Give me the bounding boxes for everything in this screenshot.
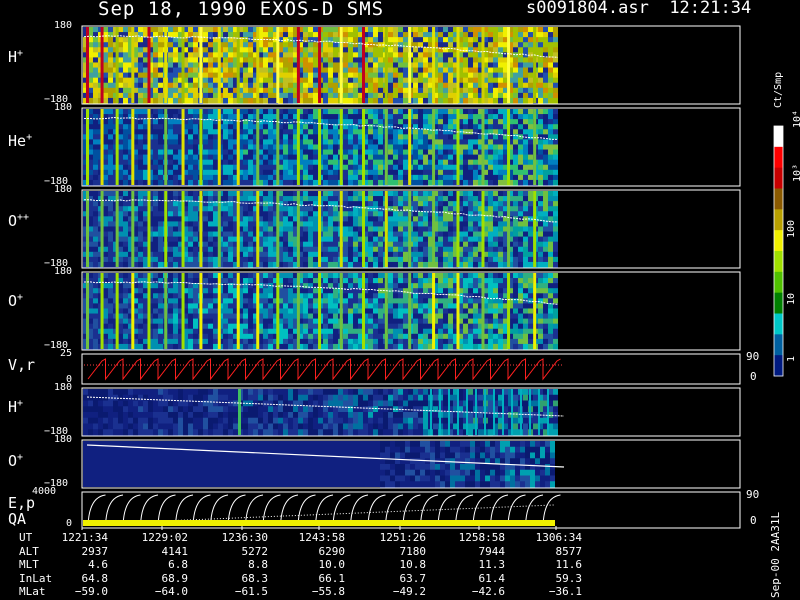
orbit-value-alt-4: 7180 [399,544,427,558]
orbit-row-label-ut: UT [19,531,33,544]
panel-label-superscript: + [17,292,24,303]
spectrogram-o-plus-low [83,441,565,488]
y-max-label-3: 180 [54,266,73,277]
panel-label-superscript: + [17,398,24,409]
orbit-row-label-alt: ALT [19,544,39,558]
spectrogram-plot-area [81,25,784,530]
orbit-value-ut-4: 1251:26 [379,531,426,544]
orbit-value-alt-6: 8577 [555,544,583,558]
orbit-row-label-inlat: InLat [19,571,53,585]
colorbar-tick-3: 10 [786,292,797,305]
orbit-value-mlt-5: 11.3 [478,558,506,571]
orbit-value-mlt-3: 10.0 [318,558,346,571]
panel-label-4: V,r [8,356,35,374]
qa-label: QA [8,510,27,528]
orbit-value-ut-0: 1221:34 [61,531,108,544]
orbit-value-mlt-4: 10.8 [399,558,427,571]
panel-label-superscript: + [17,452,24,463]
panel-label-text: O [8,212,18,230]
orbit-value-inlat-3: 66.1 [318,571,346,585]
orbit-value-ut-1: 1229:02 [141,531,188,544]
orbit-value-alt-3: 6290 [318,544,346,558]
orbit-value-alt-2: 5272 [241,544,269,558]
panel-label-superscript: + [17,48,24,59]
orbit-value-mlat-6: −36.1 [548,585,582,598]
orbit-value-inlat-5: 61.4 [478,571,506,585]
orbit-value-mlat-3: −55.8 [311,585,345,598]
y-max-label-6: 180 [54,434,73,445]
y-max-label-2: 180 [54,184,73,195]
panel-label-1: He+ [8,132,32,150]
file-id-and-time: s0091804.asr 12:21:34 [526,0,751,18]
right-axis-max-4: 90 [746,350,760,363]
colorbar-tick-0: 10⁴ [792,109,800,128]
colorbar-tick-2: 100 [786,219,797,238]
panel-label-5: H+ [8,398,23,416]
spectrogram-h-plus [83,27,559,104]
orbit-value-mlt-0: 4.6 [88,558,108,571]
panel-label-text: H [8,398,18,416]
exos-d-sms-plot: Sep 18, 1990 EXOS-D SMS s0091804.asr 12:… [0,0,800,600]
y-max-label-1: 180 [54,102,73,113]
orbit-value-mlat-4: −49.2 [392,585,426,598]
colorbar-label: Ct/Smp [773,71,784,108]
right-axis-max-7: 90 [746,488,760,501]
orbit-value-inlat-0: 64.8 [81,571,109,585]
panel-label-text: O [8,292,18,310]
file-id: s0091804.asr [526,0,649,18]
panel-label-2: O++ [8,212,29,230]
orbit-value-inlat-2: 68.3 [241,571,269,585]
y-max-label-0: 180 [54,20,73,31]
time-stamp: 12:21:34 [669,0,752,18]
panel-label-text: O [8,452,18,470]
colorbar-tick-4: 1 [786,355,797,362]
orbit-value-mlt-2: 8.8 [248,558,268,571]
orbit-value-mlt-6: 11.6 [555,558,583,571]
colorbar [773,125,784,377]
orbit-value-mlat-2: −61.5 [234,585,268,598]
right-axis-min-4: 0 [750,370,757,383]
y-max-label-7: 4000 [32,486,57,497]
orbit-value-ut-5: 1258:58 [458,531,505,544]
panel-label-superscript: ++ [17,212,30,223]
footer-stamp: Sep-00 2AA31L [769,511,782,598]
panel-label-text: He [8,132,27,150]
orbit-value-alt-1: 4141 [161,544,189,558]
panel-label-superscript: + [26,132,33,143]
panel-label-text: V,r [8,356,36,374]
orbit-value-mlt-1: 6.8 [168,558,188,571]
orbit-value-mlat-1: −64.0 [154,585,188,598]
orbit-row-label-mlt: MLT [19,558,39,571]
y-min-label-7: 0 [66,518,73,529]
plot-title: Sep 18, 1990 EXOS-D SMS [98,0,385,20]
qa-bar [83,520,555,526]
y-max-label-5: 180 [54,382,73,393]
orbit-value-ut-2: 1236:30 [221,531,268,544]
orbit-value-ut-6: 1306:34 [535,531,582,544]
orbit-value-inlat-4: 63.7 [399,571,427,585]
panel-label-text: H [8,48,18,66]
panel-label-3: O+ [8,292,23,310]
right-axis-min-7: 0 [750,514,757,527]
colorbar-tick-1: 10³ [792,163,800,182]
spectrogram-he-plus [83,109,559,186]
orbit-value-alt-5: 7944 [478,544,506,558]
orbit-value-alt-0: 2937 [81,544,109,558]
orbit-value-ut-3: 1243:58 [298,531,345,544]
spectrogram-o-plus [83,273,559,350]
orbit-value-inlat-1: 68.9 [161,571,189,585]
panel-label-6: O+ [8,452,23,470]
vr-sawtooth-trace [84,358,564,381]
panel-label-0: H+ [8,48,23,66]
orbit-value-mlat-5: −42.6 [471,585,505,598]
y-max-label-4: 25 [60,348,73,359]
spectrogram-o-plus-plus [83,191,558,268]
orbit-row-label-mlat: MLat [19,585,46,598]
orbit-value-mlat-0: −59.0 [74,585,108,598]
spectrogram-h-plus-low [83,389,565,436]
orbit-value-inlat-6: 59.3 [555,571,583,585]
